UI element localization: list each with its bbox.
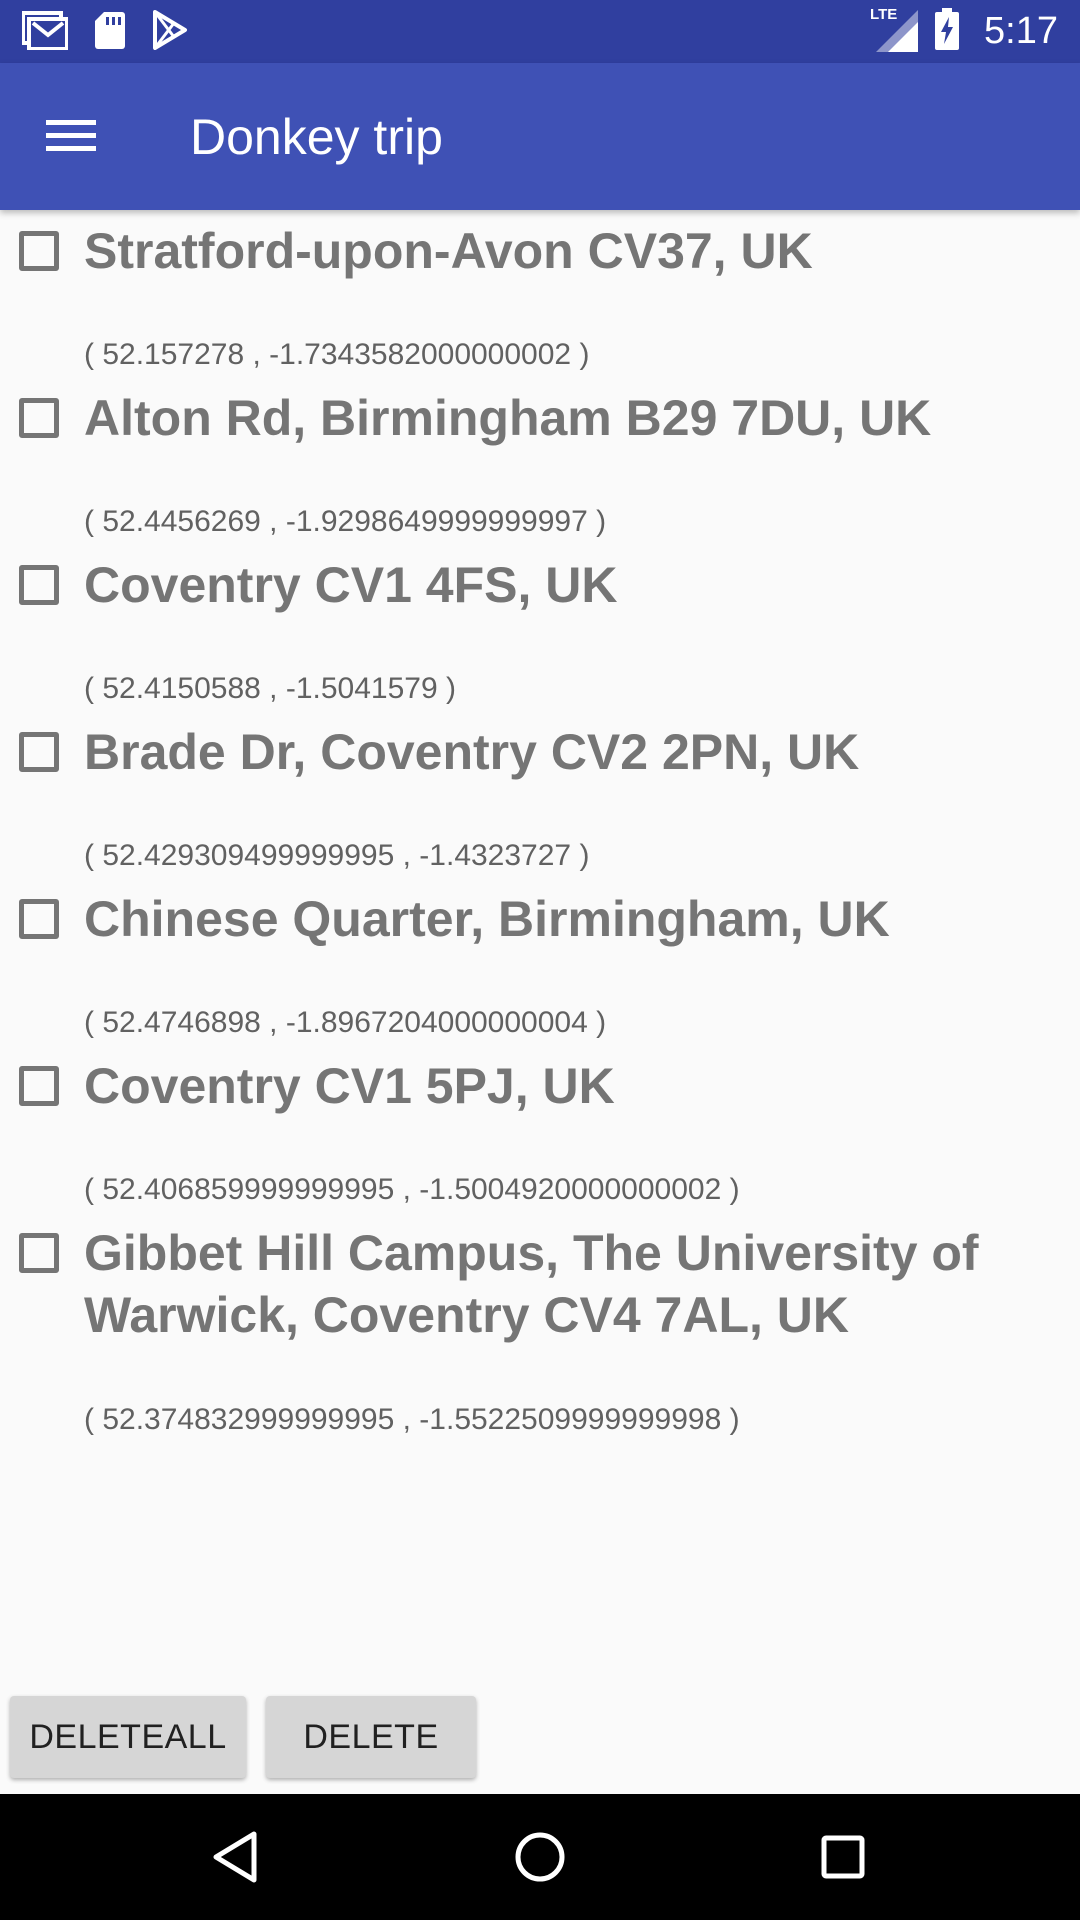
network-type: LTE (870, 6, 898, 23)
location-checkbox[interactable] (19, 1233, 59, 1273)
location-checkbox[interactable] (19, 899, 59, 939)
location-name: Coventry CV1 4FS, UK (84, 557, 618, 613)
location-coords: ( 52.4150588 , -1.5041579 ) (84, 672, 456, 705)
recents-icon[interactable] (807, 1821, 879, 1893)
location-coords: ( 52.406859999999995 , -1.50049200000000… (84, 1173, 740, 1206)
location-name: Brade Dr, Coventry CV2 2PN, UK (84, 724, 860, 780)
delete-all-button[interactable]: DELETEALL (10, 1696, 246, 1778)
app-title: Donkey trip (190, 109, 443, 165)
location-checkbox[interactable] (19, 565, 59, 605)
sd-card-icon (94, 10, 126, 55)
location-name: Chinese Quarter, Birmingham, UK (84, 891, 890, 947)
home-icon[interactable] (504, 1821, 576, 1893)
location-coords: ( 52.429309499999995 , -1.4323727 ) (84, 839, 590, 872)
location-checkbox[interactable] (19, 732, 59, 772)
location-coords: ( 52.157278 , -1.7343582000000002 ) (84, 338, 590, 371)
gmail-icon (21, 10, 69, 55)
location-name: Gibbet Hill Campus, The University of Wa… (84, 1225, 979, 1343)
play-store-icon (152, 9, 188, 55)
location-name: Alton Rd, Birmingham B29 7DU, UK (84, 390, 932, 446)
hamburger-menu-icon[interactable] (32, 101, 112, 171)
location-checkbox[interactable] (19, 1066, 59, 1106)
lte-signal-icon: LTE (870, 6, 920, 54)
location-name: Coventry CV1 5PJ, UK (84, 1058, 615, 1114)
battery-charging-icon (934, 7, 960, 55)
location-checkbox[interactable] (19, 398, 59, 438)
status-bar: LTE 5:17 (0, 0, 1080, 63)
status-time: 5:17 (984, 9, 1058, 52)
location-name: Stratford-upon-Avon CV37, UK (84, 223, 813, 279)
delete-button[interactable]: DELETE (266, 1696, 476, 1778)
back-icon[interactable] (199, 1821, 271, 1893)
location-checkbox[interactable] (19, 231, 59, 271)
navigation-bar (0, 1794, 1080, 1920)
location-coords: ( 52.4746898 , -1.8967204000000004 ) (84, 1006, 607, 1039)
app-bar: Donkey trip (0, 63, 1080, 210)
location-coords: ( 52.4456269 , -1.9298649999999997 ) (84, 505, 607, 538)
location-coords: ( 52.374832999999995 , -1.55225099999999… (84, 1403, 740, 1436)
